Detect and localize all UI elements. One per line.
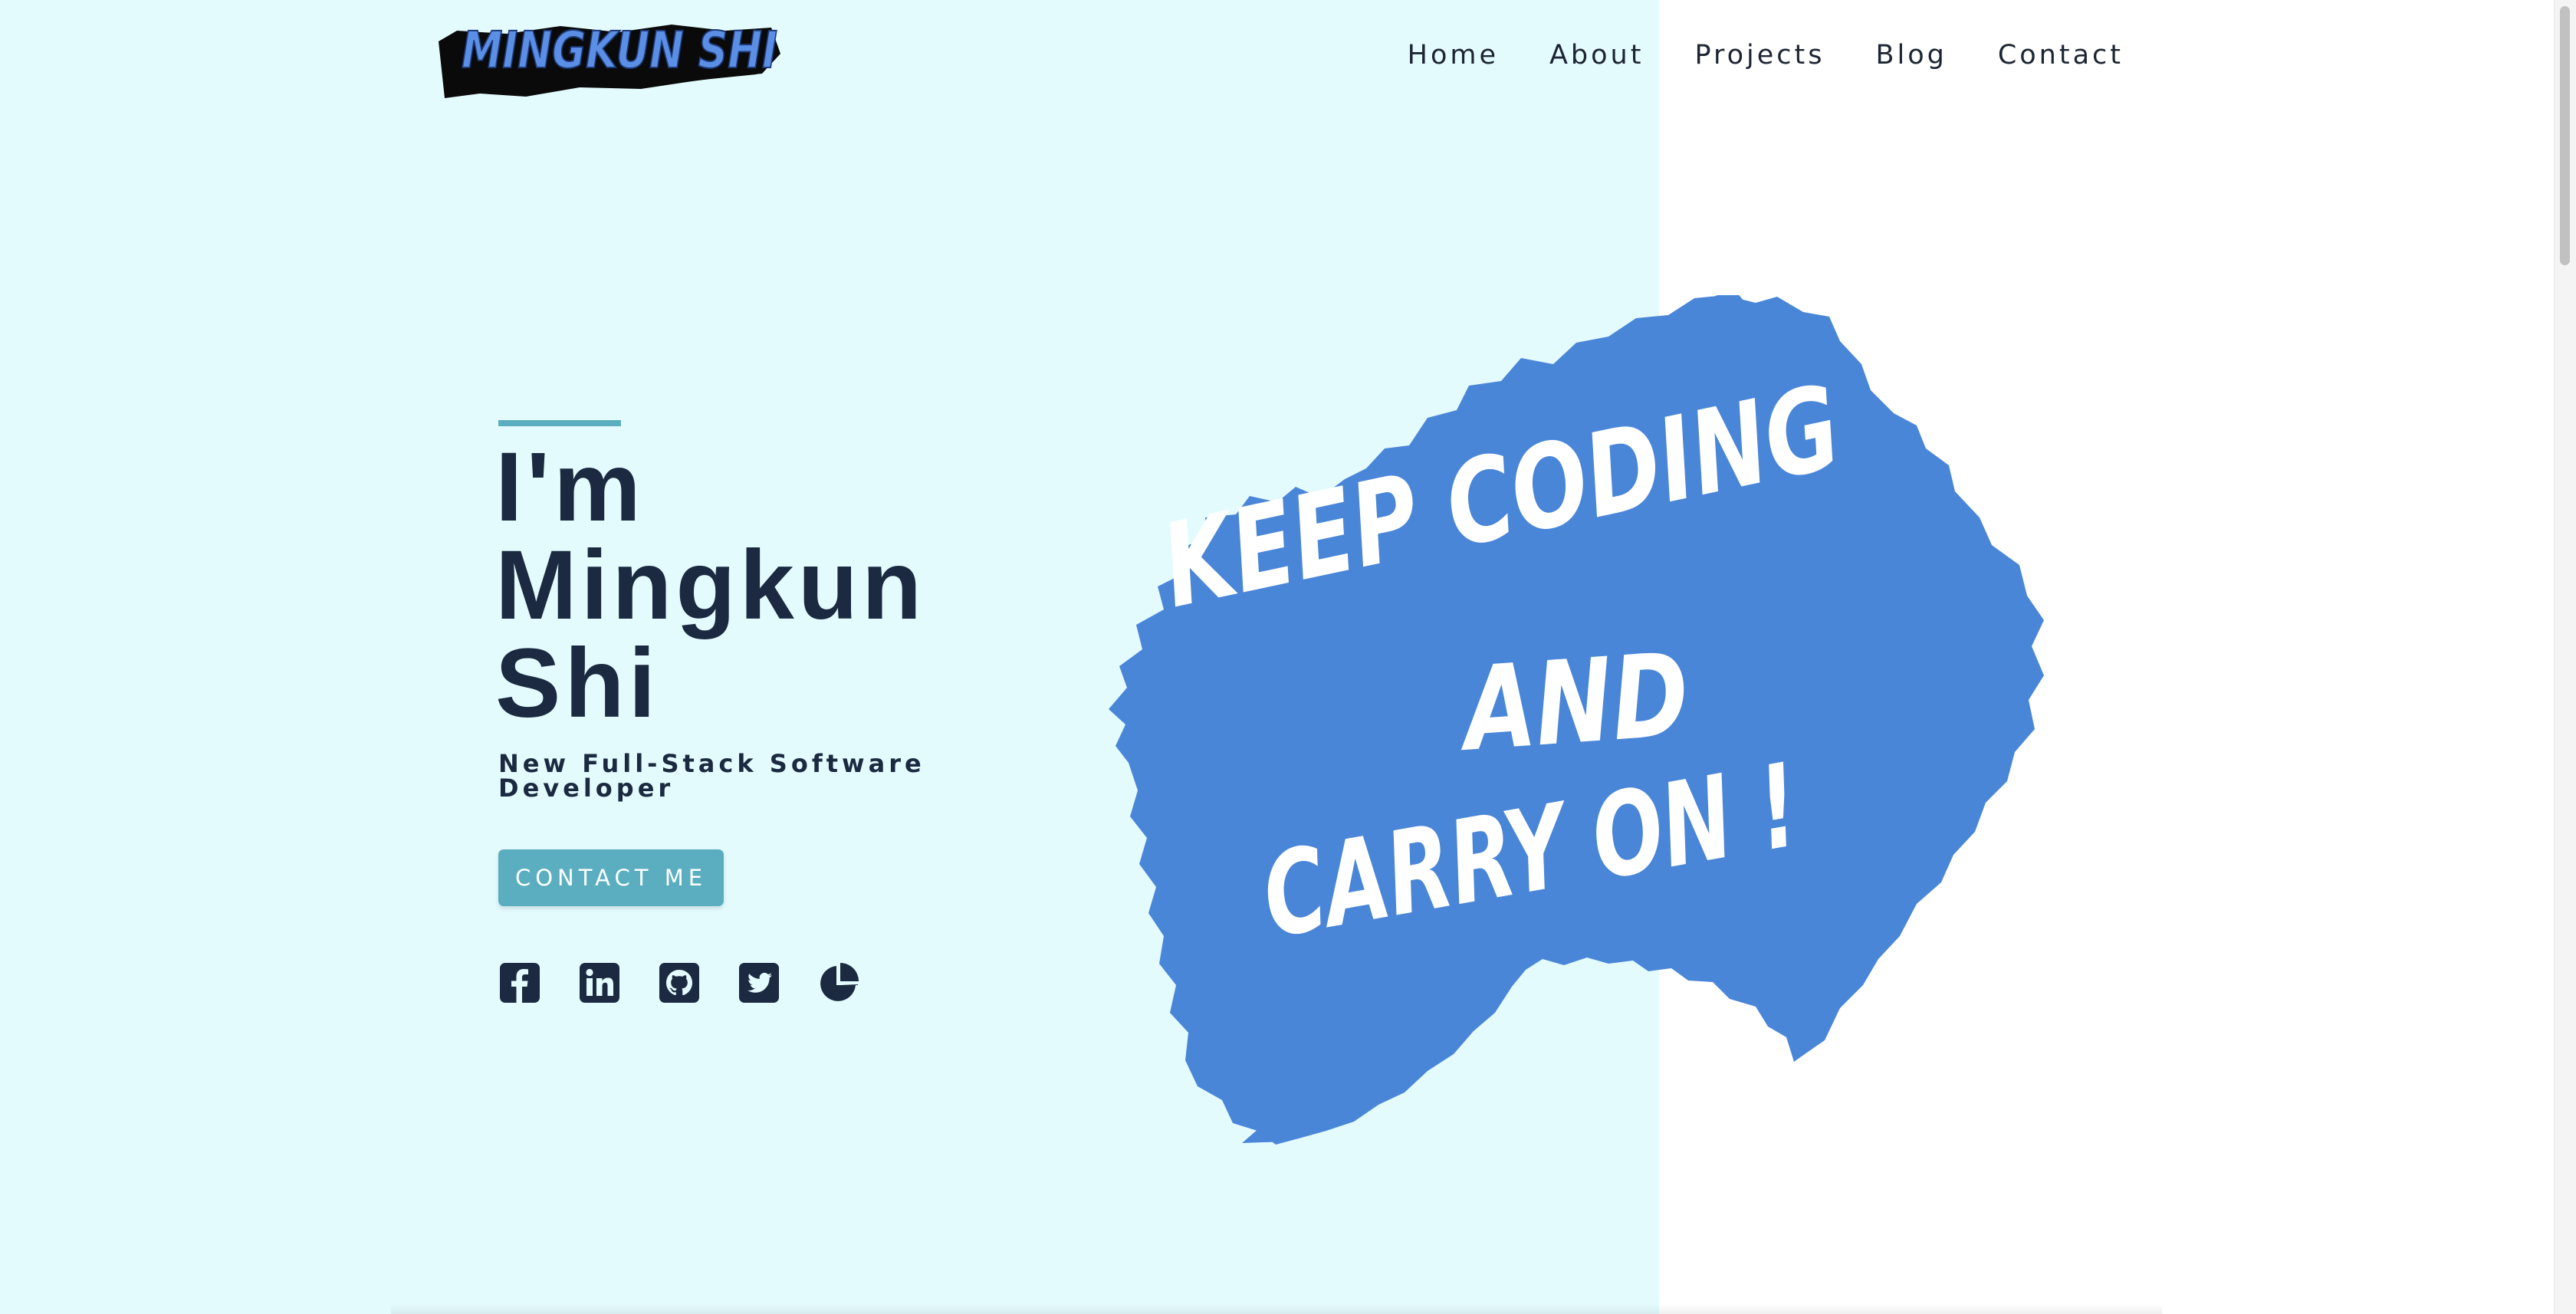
site-logo[interactable]: MINGKUN SHI <box>434 14 790 104</box>
nav-contact[interactable]: Contact <box>1998 40 2124 71</box>
github-icon[interactable] <box>658 961 701 1004</box>
contact-me-button[interactable]: CONTACT ME <box>498 849 724 906</box>
social-links <box>498 961 860 1004</box>
nav-about[interactable]: About <box>1549 40 1644 71</box>
motto-line-2: AND <box>1459 628 1694 777</box>
main-nav: Home About Projects Blog Contact <box>1408 40 2124 71</box>
keep-coding-graphic: KEEP CODING AND CARRY ON ! <box>1035 295 2147 1146</box>
facebook-icon[interactable] <box>498 961 541 1004</box>
nav-projects[interactable]: Projects <box>1694 40 1825 71</box>
logo-text: MINGKUN SHI <box>462 21 777 80</box>
nav-blog[interactable]: Blog <box>1875 40 1947 71</box>
section-edge-shadow <box>391 1303 2162 1314</box>
hero-title-line-2: Mingkun <box>495 531 926 640</box>
hero-title: I'm Mingkun Shi <box>495 439 1078 733</box>
page-scrollbar-thumb[interactable] <box>2560 6 2570 265</box>
logo-brush-mark: MINGKUN SHI <box>439 20 780 98</box>
nav-home[interactable]: Home <box>1408 40 1499 71</box>
pie-chart-icon[interactable] <box>817 961 860 1004</box>
twitter-icon[interactable] <box>738 961 780 1004</box>
linkedin-icon[interactable] <box>578 961 621 1004</box>
hero-title-line-3: Shi <box>495 629 660 738</box>
hero-subtitle: New Full-Stack Software Developer <box>498 749 925 803</box>
hero-title-line-1: I'm <box>495 432 645 542</box>
title-accent-line <box>498 420 621 426</box>
